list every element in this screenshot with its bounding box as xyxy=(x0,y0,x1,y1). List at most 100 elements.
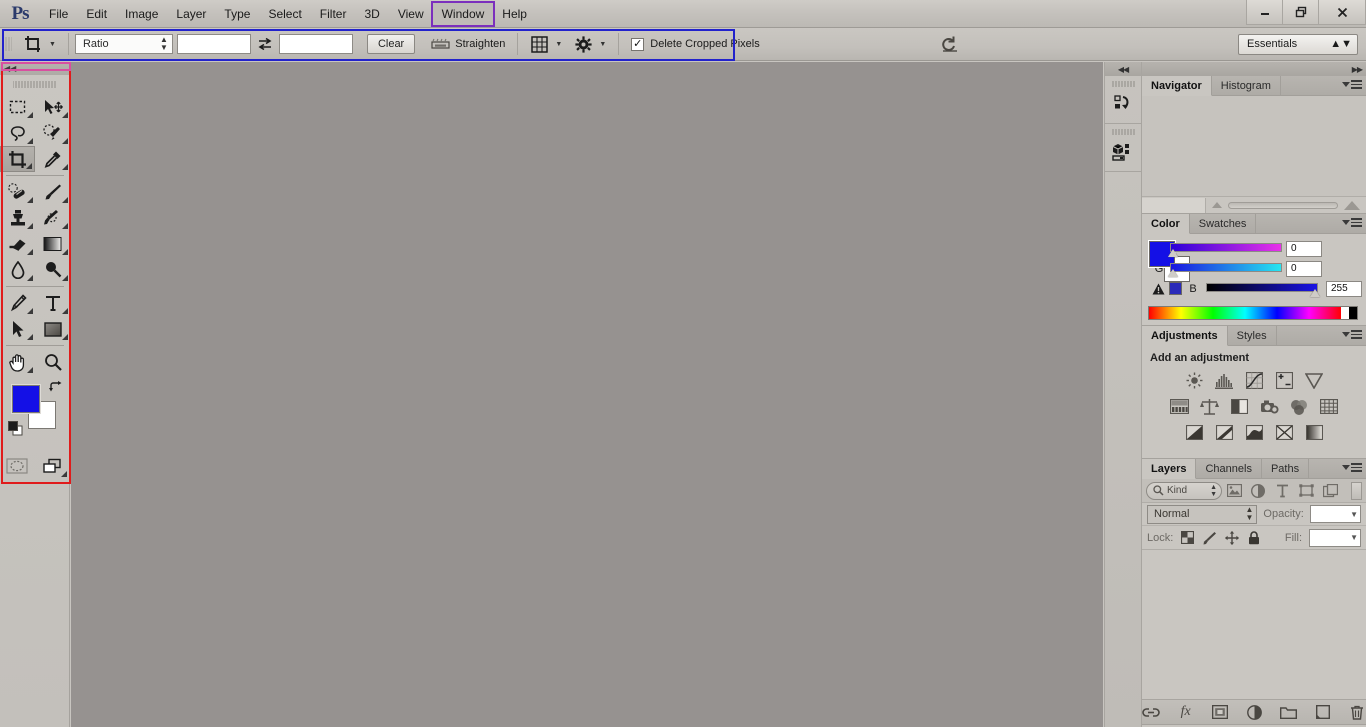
straighten-button[interactable]: Straighten xyxy=(425,32,511,56)
zoom-out-icon[interactable] xyxy=(1212,202,1222,208)
photo-filter-icon[interactable] xyxy=(1260,398,1279,415)
levels-icon[interactable] xyxy=(1214,372,1234,389)
menu-view[interactable]: View xyxy=(389,3,433,25)
menu-file[interactable]: File xyxy=(40,3,77,25)
threshold-icon[interactable] xyxy=(1245,424,1264,441)
new-group-button[interactable] xyxy=(1280,703,1298,721)
swap-dimensions-icon[interactable] xyxy=(255,37,275,51)
brightness-icon[interactable] xyxy=(1185,372,1204,389)
lock-image-pixels-button[interactable] xyxy=(1202,530,1217,546)
checkbox-box[interactable]: ✓ xyxy=(631,37,645,51)
invert-icon[interactable] xyxy=(1185,424,1204,441)
panel-grip[interactable] xyxy=(1111,127,1135,136)
menu-layer[interactable]: Layer xyxy=(167,3,215,25)
screen-mode-button[interactable] xyxy=(35,453,70,479)
layers-list[interactable] xyxy=(1142,550,1366,696)
crop-preset-caret-icon[interactable]: ▼ xyxy=(49,41,56,48)
history-panel-button[interactable] xyxy=(1105,79,1141,124)
gear-icon[interactable] xyxy=(568,31,598,57)
workspace-select[interactable]: Essentials ▲▼ xyxy=(1238,33,1358,55)
channel-mixer-icon[interactable] xyxy=(1290,398,1309,415)
panel-menu-icon[interactable] xyxy=(1342,330,1362,339)
crop-height-input[interactable] xyxy=(278,34,353,54)
menu-help[interactable]: Help xyxy=(493,3,536,25)
black-white-icon[interactable] xyxy=(1230,398,1249,415)
new-fill-adjustment-button[interactable] xyxy=(1246,703,1263,721)
3d-panel-icon[interactable] xyxy=(1105,137,1141,167)
crop-overlay-grid-icon[interactable] xyxy=(524,31,554,57)
link-layers-button[interactable] xyxy=(1142,703,1160,721)
lasso-tool[interactable] xyxy=(0,120,35,146)
vibrance-icon[interactable] xyxy=(1305,372,1324,389)
reset-tool-button[interactable] xyxy=(940,35,960,53)
spot-healing-brush-tool[interactable] xyxy=(0,179,35,205)
color-lookup-icon[interactable] xyxy=(1320,398,1339,415)
navigator-preview[interactable] xyxy=(1142,96,1366,196)
zoom-tool[interactable] xyxy=(35,349,70,375)
rectangular-marquee-tool[interactable] xyxy=(0,94,35,120)
default-colors-icon[interactable] xyxy=(8,421,23,436)
delete-layer-button[interactable] xyxy=(1349,703,1366,721)
navigator-zoom-slider[interactable] xyxy=(1206,200,1366,210)
blend-mode-select[interactable]: Normal ▲ ▼ xyxy=(1147,504,1258,524)
menu-select[interactable]: Select xyxy=(259,3,310,25)
channel-slider-r[interactable] xyxy=(1168,243,1282,257)
channel-slider-b[interactable] xyxy=(1206,283,1320,297)
crop-tool[interactable] xyxy=(0,146,35,172)
tab-adjustments[interactable]: Adjustments xyxy=(1142,326,1228,346)
path-selection-tool[interactable] xyxy=(0,316,35,342)
type-tool[interactable] xyxy=(35,290,70,316)
close-button[interactable] xyxy=(1318,0,1366,25)
gradient-tool[interactable] xyxy=(35,231,70,257)
tab-channels[interactable]: Channels xyxy=(1196,459,1262,478)
spectrum-gradient[interactable] xyxy=(1149,307,1341,319)
options-bar-grip[interactable] xyxy=(2,29,12,59)
gradient-map-icon[interactable] xyxy=(1305,424,1324,441)
gear-caret-icon[interactable]: ▼ xyxy=(599,41,606,48)
dodge-tool[interactable] xyxy=(35,257,70,283)
menu-edit[interactable]: Edit xyxy=(77,3,116,25)
color-balance-icon[interactable] xyxy=(1199,398,1219,415)
tools-panel-header[interactable]: ◀◀ xyxy=(0,62,69,75)
web-safe-color-swatch[interactable] xyxy=(1169,282,1182,295)
tab-styles[interactable]: Styles xyxy=(1228,326,1277,345)
color-spectrum-ramp[interactable] xyxy=(1148,306,1358,320)
pen-tool[interactable] xyxy=(0,290,35,316)
spectrum-white[interactable] xyxy=(1341,307,1349,319)
tab-color[interactable]: Color xyxy=(1142,214,1190,234)
brush-tool[interactable] xyxy=(35,179,70,205)
fill-input[interactable]: ▼ xyxy=(1309,528,1361,547)
opacity-input[interactable]: ▼ xyxy=(1309,505,1361,523)
selective-color-icon[interactable] xyxy=(1275,424,1294,441)
panel-menu-icon[interactable] xyxy=(1342,80,1362,89)
spectrum-black[interactable] xyxy=(1349,307,1357,319)
hand-tool[interactable] xyxy=(0,349,35,375)
curves-icon[interactable] xyxy=(1245,372,1264,389)
chevron-down-icon[interactable]: ▼ xyxy=(1350,533,1358,542)
menu-filter[interactable]: Filter xyxy=(311,3,356,25)
out-of-gamut-warning-icon[interactable] xyxy=(1152,283,1165,295)
tab-histogram[interactable]: Histogram xyxy=(1212,76,1281,95)
eyedropper-tool[interactable] xyxy=(35,146,70,172)
hue-saturation-icon[interactable] xyxy=(1169,398,1189,415)
history-brush-tool[interactable] xyxy=(35,205,70,231)
crop-width-input[interactable] xyxy=(176,34,251,54)
collapse-panel-icon[interactable]: ◀◀ xyxy=(4,64,16,73)
history-panel-icon[interactable] xyxy=(1105,89,1141,119)
overlay-caret-icon[interactable]: ▼ xyxy=(555,41,562,48)
zoom-slider-track[interactable] xyxy=(1228,201,1338,209)
tab-swatches[interactable]: Swatches xyxy=(1190,214,1257,233)
move-tool[interactable] xyxy=(35,94,70,120)
channel-value-r[interactable]: 0 xyxy=(1286,240,1322,257)
chevron-down-icon[interactable]: ▼ xyxy=(1350,510,1358,519)
canvas-area[interactable] xyxy=(71,62,1103,727)
collapse-dock-icon[interactable]: ▶▶ xyxy=(1352,65,1363,74)
crop-ratio-select[interactable]: Ratio ▲ ▼ xyxy=(74,34,173,54)
channel-value-g[interactable]: 0 xyxy=(1286,260,1322,277)
foreground-color-swatch[interactable] xyxy=(11,384,41,414)
panel-grip[interactable] xyxy=(1111,79,1135,88)
filter-pixel-layers-icon[interactable] xyxy=(1222,480,1246,502)
channel-value-b[interactable]: 255 xyxy=(1326,280,1362,297)
posterize-icon[interactable] xyxy=(1215,424,1234,441)
lock-all-button[interactable] xyxy=(1246,530,1261,546)
